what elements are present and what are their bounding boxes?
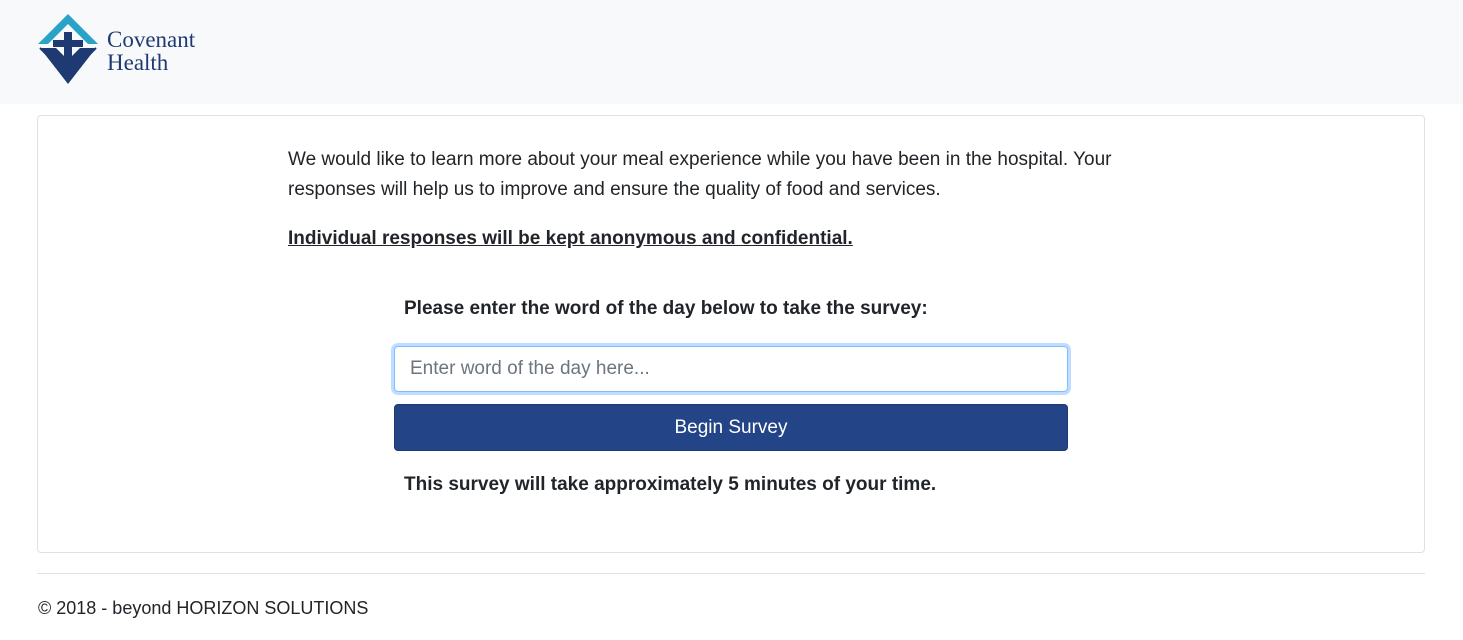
footer-divider (37, 573, 1425, 574)
intro-text: We would like to learn more about your m… (288, 149, 1112, 200)
covenant-health-cross-icon (38, 14, 98, 84)
footer-copyright: © 2018 - beyond HORIZON SOLUTIONS (38, 598, 369, 618)
brand-name: Covenant Health (107, 28, 195, 74)
brand-name-line2: Health (107, 50, 169, 75)
brand-name-line1: Covenant (107, 27, 196, 52)
anonymity-note: Individual responses will be kept anonym… (288, 228, 853, 249)
survey-duration-note: This survey will take approximately 5 mi… (404, 474, 937, 495)
site-header: Covenant Health (0, 0, 1463, 104)
brand-logo[interactable]: Covenant Health (36, 12, 216, 88)
word-of-day-prompt: Please enter the word of the day below t… (404, 298, 928, 319)
begin-survey-button[interactable]: Begin Survey (394, 404, 1068, 451)
word-of-day-input[interactable] (394, 346, 1068, 392)
